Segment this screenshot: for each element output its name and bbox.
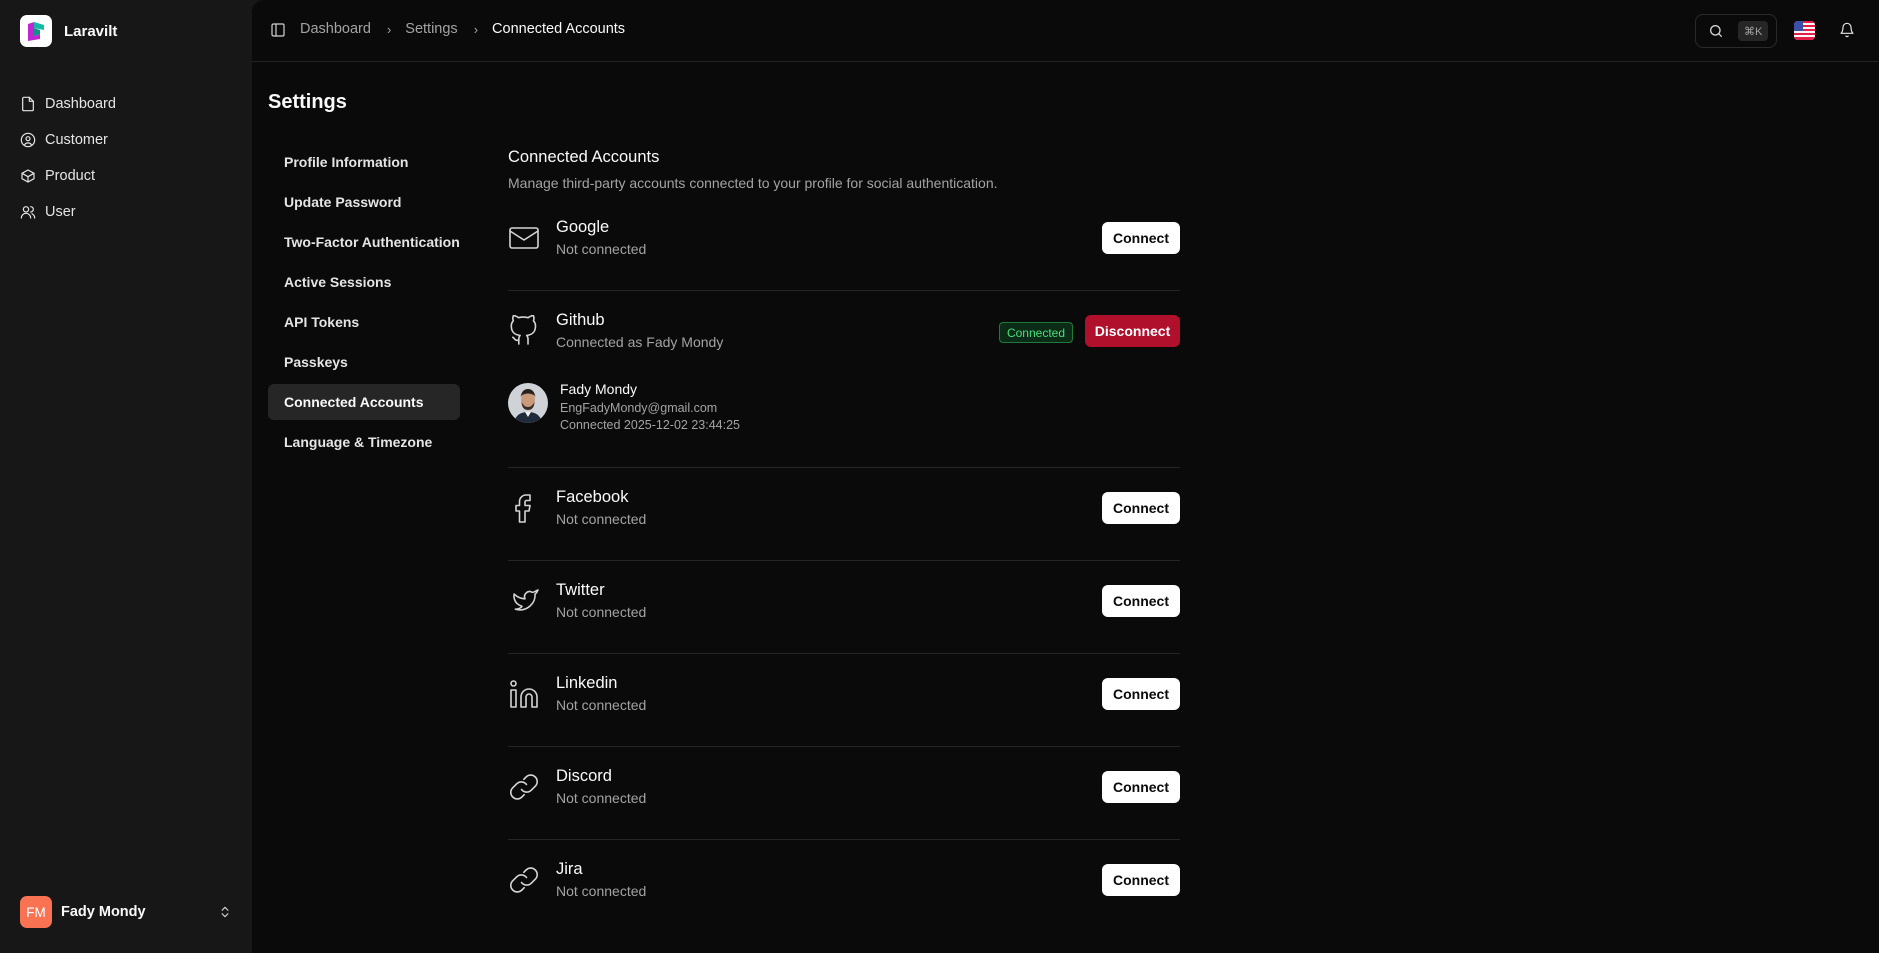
- us-flag-icon[interactable]: [1794, 21, 1815, 40]
- sidebar-item-label: Customer: [45, 132, 108, 148]
- sidebar-item-label: User: [45, 204, 76, 220]
- settings-nav-passkeys[interactable]: Passkeys: [268, 344, 460, 380]
- sidebar-item-user[interactable]: User: [12, 194, 240, 230]
- jira-connect-button[interactable]: Connect: [1102, 864, 1180, 896]
- provider-name: Linkedin: [556, 674, 618, 692]
- google-connect-button[interactable]: Connect: [1102, 222, 1180, 254]
- panel-left-icon: [271, 23, 285, 37]
- github-icon: [508, 314, 540, 347]
- sidebar-item-dashboard[interactable]: Dashboard: [12, 86, 240, 122]
- account-email: EngFadyMondy@gmail.com: [560, 401, 718, 415]
- provider-status: Not connected: [556, 883, 647, 899]
- github-account-details: Fady Mondy EngFadyMondy@gmail.com Connec…: [508, 363, 1180, 432]
- link-icon: [508, 864, 540, 896]
- avatar: [508, 383, 548, 423]
- provider-name: Jira: [556, 860, 583, 878]
- linkedin-connect-button[interactable]: Connect: [1102, 678, 1180, 710]
- provider-linkedin: Linkedin Not connected Connect: [508, 654, 1180, 747]
- avatar: FM: [20, 896, 52, 928]
- connected-accounts-section: Connected Accounts Manage third-party ac…: [508, 148, 1180, 899]
- provider-name: Github: [556, 311, 605, 329]
- settings-nav-api-tokens[interactable]: API Tokens: [268, 304, 460, 340]
- chevron-right-icon: ›: [386, 21, 392, 37]
- link-icon: [508, 771, 540, 803]
- provider-discord: Discord Not connected Connect: [508, 747, 1180, 840]
- chevrons-up-down-icon: [221, 906, 229, 918]
- settings-nav-profile-information[interactable]: Profile Information: [268, 144, 460, 180]
- twitter-icon: [508, 585, 540, 617]
- user-menu[interactable]: FM Fady Mondy: [20, 895, 232, 929]
- topbar: Dashboard › Settings › Connected Account…: [252, 0, 1879, 62]
- file-icon: [22, 96, 34, 112]
- settings-nav-two-factor-authentication[interactable]: Two-Factor Authentication: [268, 224, 460, 260]
- sidebar-nav: Dashboard Customer Product User: [12, 86, 240, 230]
- search-button[interactable]: ⌘K: [1695, 14, 1777, 48]
- section-title: Connected Accounts: [508, 148, 660, 166]
- search-icon: [1710, 25, 1722, 37]
- twitter-connect-button[interactable]: Connect: [1102, 585, 1180, 617]
- package-icon: [21, 169, 35, 183]
- settings-nav-active-sessions[interactable]: Active Sessions: [268, 264, 460, 300]
- provider-facebook: Facebook Not connected Connect: [508, 468, 1180, 561]
- linkedin-icon: [508, 678, 540, 710]
- provider-status: Not connected: [556, 241, 647, 257]
- sidebar-item-label: Dashboard: [45, 96, 116, 112]
- settings-nav-language-timezone[interactable]: Language & Timezone: [268, 424, 460, 460]
- laravilt-logo-icon: [20, 15, 52, 47]
- provider-status: Not connected: [556, 697, 647, 713]
- chevron-right-icon: ›: [473, 21, 479, 37]
- section-description: Manage third-party accounts connected to…: [508, 175, 998, 191]
- provider-name: Discord: [556, 767, 612, 785]
- brand[interactable]: Laravilt: [20, 15, 117, 47]
- provider-name: Twitter: [556, 581, 605, 599]
- facebook-connect-button[interactable]: Connect: [1102, 492, 1180, 524]
- provider-status: Connected as Fady Mondy: [556, 334, 724, 350]
- breadcrumb: Dashboard › Settings › Connected Account…: [300, 21, 625, 37]
- mail-icon: [508, 222, 540, 254]
- sidebar-toggle-button[interactable]: [270, 22, 286, 38]
- main-panel: Dashboard › Settings › Connected Account…: [252, 0, 1879, 953]
- provider-google: Google Not connected Connect: [508, 198, 1180, 291]
- provider-github: Github Connected as Fady Mondy Connected…: [508, 291, 1180, 468]
- settings-nav: Profile Information Update Password Two-…: [268, 144, 460, 464]
- settings-nav-update-password[interactable]: Update Password: [268, 184, 460, 220]
- provider-twitter: Twitter Not connected Connect: [508, 561, 1180, 654]
- breadcrumb-settings[interactable]: Settings: [405, 21, 457, 37]
- breadcrumb-dashboard[interactable]: Dashboard: [300, 21, 371, 37]
- status-badge: Connected: [998, 322, 1073, 343]
- page-title: Settings: [268, 91, 347, 113]
- provider-jira: Jira Not connected Connect: [508, 840, 1180, 933]
- sidebar-item-product[interactable]: Product: [12, 158, 240, 194]
- bell-icon: [1840, 22, 1854, 38]
- discord-connect-button[interactable]: Connect: [1102, 771, 1180, 803]
- user-name: Fady Mondy: [61, 904, 146, 920]
- notifications-button[interactable]: [1839, 22, 1855, 38]
- search-shortcut: ⌘K: [1738, 21, 1769, 41]
- settings-nav-connected-accounts[interactable]: Connected Accounts: [268, 384, 460, 420]
- facebook-icon: [508, 492, 540, 524]
- provider-name: Google: [556, 218, 610, 236]
- account-connected-date: Connected 2025-12-02 23:44:25: [560, 418, 741, 432]
- provider-status: Not connected: [556, 604, 647, 620]
- sidebar-item-label: Product: [45, 168, 95, 184]
- app-name: Laravilt: [64, 22, 118, 40]
- users-icon: [20, 206, 36, 219]
- github-disconnect-button[interactable]: Disconnect: [1085, 315, 1180, 347]
- account-name: Fady Mondy: [560, 381, 638, 397]
- user-circle-icon: [20, 132, 36, 148]
- app-sidebar: Laravilt Dashboard Customer Product User…: [0, 0, 252, 953]
- provider-name: Facebook: [556, 488, 629, 506]
- provider-status: Not connected: [556, 511, 647, 527]
- sidebar-item-customer[interactable]: Customer: [12, 122, 240, 158]
- provider-status: Not connected: [556, 790, 647, 806]
- breadcrumb-current: Connected Accounts: [492, 21, 626, 37]
